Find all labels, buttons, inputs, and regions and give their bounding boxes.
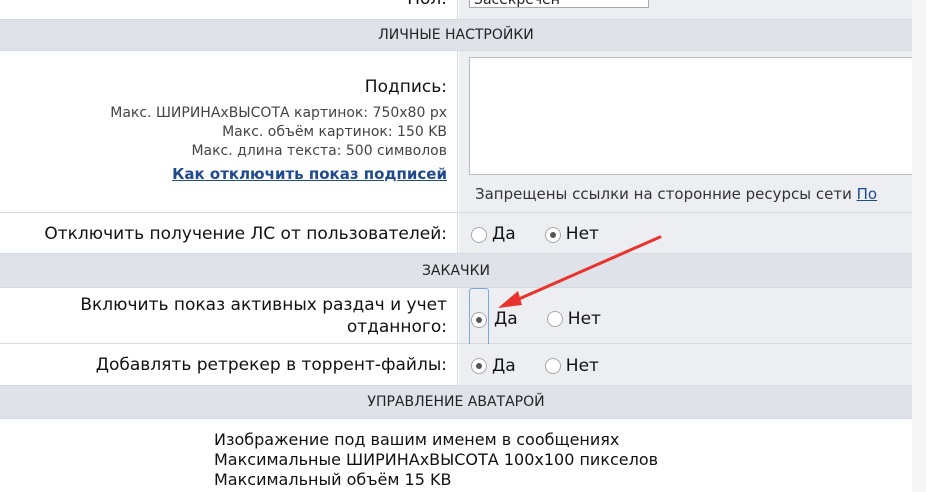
profile-settings-form: Пол: Засекречен ЛИЧНЫЕ НАСТРОЙКИ Подпись…	[0, 0, 912, 492]
arrow-shaft	[510, 235, 662, 304]
page-scroll-edge	[912, 0, 926, 492]
arrow-head	[498, 291, 522, 308]
annotation-arrow	[498, 235, 662, 308]
